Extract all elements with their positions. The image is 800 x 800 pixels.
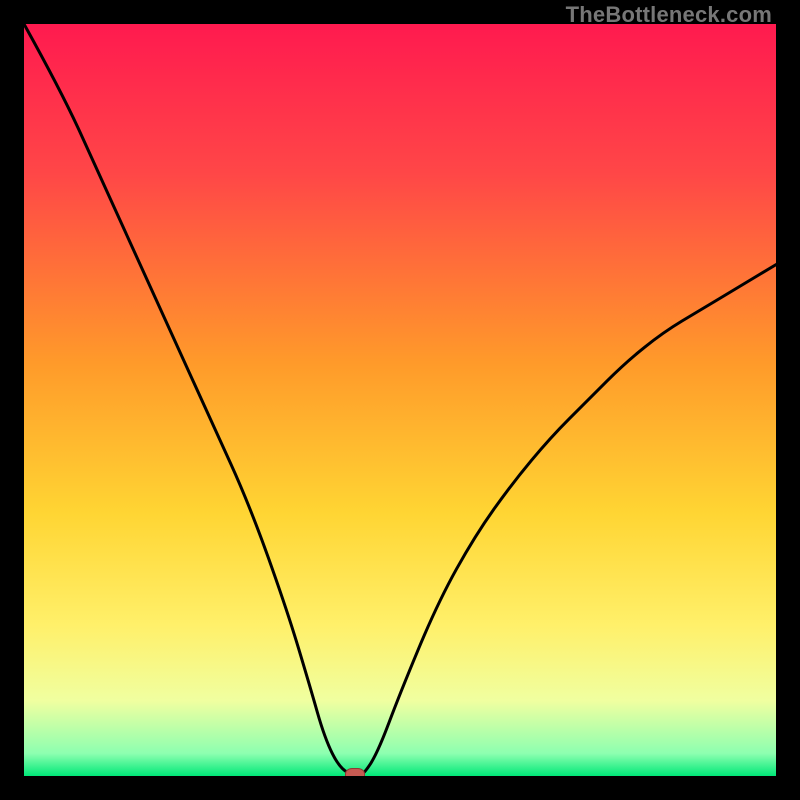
optimal-point-marker xyxy=(345,768,365,776)
bottleneck-curve xyxy=(24,24,776,776)
chart-frame: TheBottleneck.com xyxy=(0,0,800,800)
curve-svg xyxy=(24,24,776,776)
plot-area xyxy=(24,24,776,776)
watermark-text: TheBottleneck.com xyxy=(566,2,772,28)
